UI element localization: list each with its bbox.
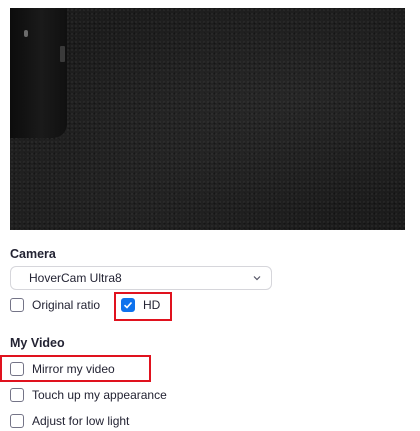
- camera-select[interactable]: HoverCam Ultra8: [10, 266, 272, 290]
- original-ratio-checkbox[interactable]: [10, 298, 24, 312]
- camera-select-value: HoverCam Ultra8: [29, 271, 122, 285]
- mirror-video-label: Mirror my video: [32, 362, 115, 376]
- original-ratio-label: Original ratio: [32, 298, 101, 312]
- touch-up-checkbox[interactable]: [10, 388, 24, 402]
- touch-up-option[interactable]: Touch up my appearance: [10, 388, 167, 402]
- chevron-down-icon: [253, 276, 261, 281]
- hd-checkbox[interactable]: [121, 298, 135, 312]
- camera-preview: [10, 8, 405, 230]
- device-led: [24, 30, 28, 37]
- my-video-heading: My Video: [10, 336, 65, 350]
- hd-option[interactable]: HD: [121, 298, 160, 312]
- checkmark-icon: [123, 301, 133, 309]
- document-camera-device: [10, 8, 67, 138]
- low-light-label: Adjust for low light: [32, 414, 130, 428]
- touch-up-label: Touch up my appearance: [32, 388, 167, 402]
- low-light-checkbox[interactable]: [10, 414, 24, 428]
- mirror-video-checkbox[interactable]: [10, 362, 24, 376]
- original-ratio-option[interactable]: Original ratio: [10, 298, 100, 312]
- hd-label: HD: [143, 298, 161, 312]
- device-port: [60, 46, 65, 62]
- camera-heading: Camera: [10, 247, 56, 261]
- mirror-video-option[interactable]: Mirror my video: [10, 362, 115, 376]
- low-light-option[interactable]: Adjust for low light: [10, 414, 129, 428]
